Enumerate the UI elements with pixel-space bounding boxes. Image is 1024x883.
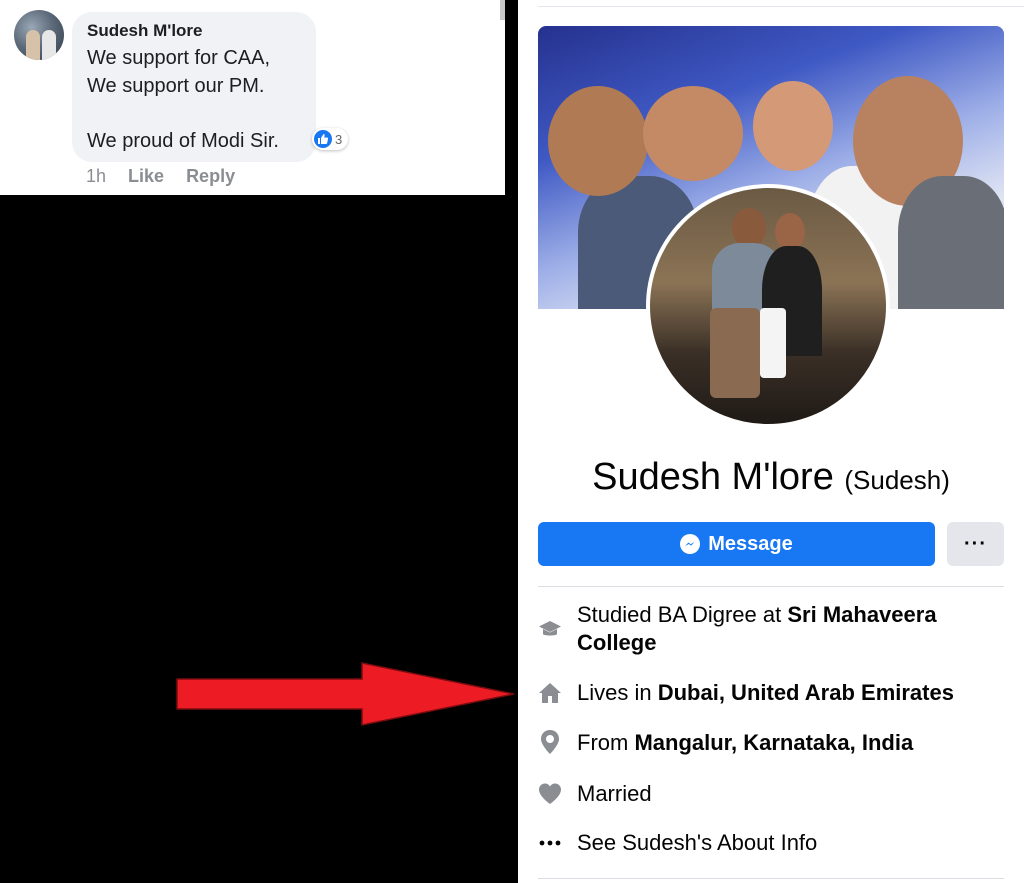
comment-text-line: We proud of Modi Sir. xyxy=(87,130,279,152)
profile-nickname: (Sudesh) xyxy=(844,465,950,495)
comment-timestamp[interactable]: 1h xyxy=(86,166,106,187)
divider xyxy=(538,878,1004,879)
comment-author[interactable]: Sudesh M'lore xyxy=(87,21,203,41)
comment-bubble: Sudesh M'lore We support for CAA, We sup… xyxy=(72,12,316,162)
profile-picture[interactable] xyxy=(646,184,890,428)
ellipsis-icon xyxy=(538,831,562,855)
comment-avatar[interactable] xyxy=(14,10,64,60)
info-row-education: Studied BA Digree at Sri Mahaveera Colle… xyxy=(538,601,1004,659)
reaction-count: 3 xyxy=(335,131,343,147)
info-row-from: From Mangalur, Karnataka, India xyxy=(538,729,1004,757)
lives-place[interactable]: Dubai, United Arab Emirates xyxy=(658,680,954,705)
info-row-relationship: Married xyxy=(538,780,1004,808)
more-options-button[interactable]: ··· xyxy=(947,522,1004,566)
graduation-cap-icon xyxy=(538,617,562,641)
comment-actions: 1h Like Reply xyxy=(86,166,235,187)
comment-panel: Sudesh M'lore We support for CAA, We sup… xyxy=(0,0,505,195)
profile-name: Sudesh M'lore (Sudesh) xyxy=(518,456,1024,499)
home-icon xyxy=(538,681,562,705)
education-text: Studied BA Digree at Sri Mahaveera Colle… xyxy=(577,601,937,657)
lives-text: Lives in Dubai, United Arab Emirates xyxy=(577,679,954,707)
lives-prefix: Lives in xyxy=(577,680,658,705)
messenger-icon xyxy=(680,534,701,554)
like-button[interactable]: Like xyxy=(128,166,164,187)
education-school[interactable]: Sri Mahaveera xyxy=(787,602,936,627)
scrollbar[interactable] xyxy=(500,0,505,20)
comment-text-line: We support our PM. xyxy=(87,75,265,97)
relationship-text: Married xyxy=(577,781,652,806)
education-school-continued[interactable]: College xyxy=(577,630,656,655)
comment-text-line: We support for CAA, xyxy=(87,47,271,69)
see-about-link[interactable]: See Sudesh's About Info xyxy=(577,829,817,857)
profile-panel: Sudesh M'lore (Sudesh) Message ··· Studi… xyxy=(518,0,1024,883)
divider xyxy=(538,6,1024,7)
reaction-badge[interactable]: 3 xyxy=(312,128,349,150)
from-text: From Mangalur, Karnataka, India xyxy=(577,729,913,757)
heart-icon xyxy=(538,782,562,806)
like-icon xyxy=(314,130,332,148)
from-prefix: From xyxy=(577,730,635,755)
from-place[interactable]: Mangalur, Karnataka, India xyxy=(634,730,913,755)
info-row-see-about[interactable]: See Sudesh's About Info xyxy=(538,829,1004,857)
divider xyxy=(538,586,1004,587)
location-pin-icon xyxy=(538,730,562,754)
education-prefix: Studied BA Digree at xyxy=(577,602,788,627)
red-arrow xyxy=(176,662,515,726)
reply-button[interactable]: Reply xyxy=(186,166,235,187)
info-row-lives: Lives in Dubai, United Arab Emirates xyxy=(538,679,1004,707)
message-button[interactable]: Message xyxy=(538,522,935,566)
message-button-label: Message xyxy=(708,532,793,555)
profile-full-name: Sudesh M'lore xyxy=(592,456,834,498)
